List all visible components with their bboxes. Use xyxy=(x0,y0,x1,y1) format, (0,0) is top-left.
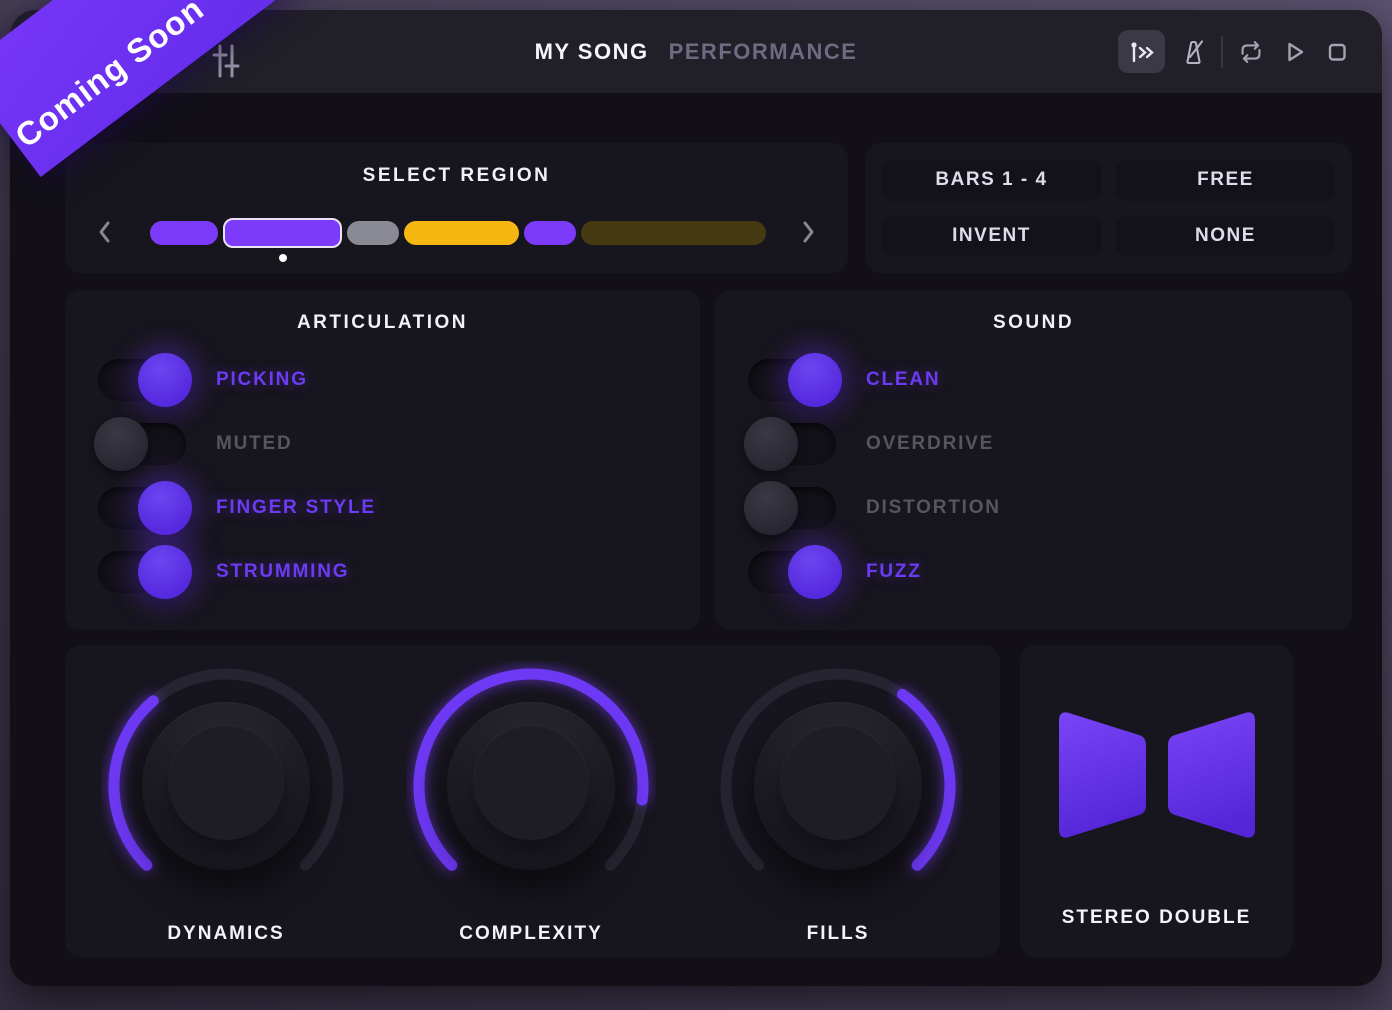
stereo-double-tile[interactable]: STEREO DOUBLE xyxy=(1020,645,1293,957)
metronome-button[interactable] xyxy=(1178,37,1208,67)
play-button[interactable] xyxy=(1279,37,1309,67)
knob-label-fills: FILLS xyxy=(713,923,963,945)
region-1[interactable] xyxy=(150,221,218,245)
macro-knobs-panel: DYNAMICSCOMPLEXITYFILLS xyxy=(65,645,1000,957)
toggle-row-clean: CLEAN xyxy=(748,348,1001,412)
view-title: PERFORMANCE xyxy=(669,39,858,65)
free-button[interactable]: FREE xyxy=(1116,160,1335,201)
toggle-label-fuzz: FUZZ xyxy=(866,561,922,583)
play-icon xyxy=(1279,37,1309,67)
articulation-toggles: PICKING MUTED FINGER STYLE STRUMMING xyxy=(98,348,376,604)
follow-playhead-button[interactable] xyxy=(1118,30,1165,73)
region-prev-button[interactable] xyxy=(95,219,113,245)
toggle-picking[interactable] xyxy=(98,359,186,401)
region-options-panel: BARS 1 - 4 FREE INVENT NONE xyxy=(865,143,1352,273)
toggle-fuzz[interactable] xyxy=(748,551,836,593)
toggle-muted[interactable] xyxy=(98,423,186,465)
toggle-label-strumming: STRUMMING xyxy=(216,561,349,583)
region-3[interactable] xyxy=(347,221,399,245)
invent-button[interactable]: INVENT xyxy=(882,216,1101,257)
stop-icon xyxy=(1322,37,1352,67)
song-title: MY SONG xyxy=(535,39,649,65)
toggle-knob-muted[interactable] xyxy=(94,417,148,471)
sound-title: SOUND xyxy=(715,312,1352,334)
loop-icon xyxy=(1236,37,1266,67)
toggle-label-clean: CLEAN xyxy=(866,369,940,391)
region-options-grid: BARS 1 - 4 FREE INVENT NONE xyxy=(882,160,1335,256)
loop-button[interactable] xyxy=(1236,37,1266,67)
toggle-knob-overdrive[interactable] xyxy=(744,417,798,471)
sound-panel: SOUND CLEAN OVERDRIVE DISTORTION FUZZ xyxy=(715,290,1352,630)
toggle-knob-strumming[interactable] xyxy=(138,545,192,599)
knob-face-fills[interactable] xyxy=(754,702,922,870)
knob-face-dynamics[interactable] xyxy=(142,702,310,870)
knob-fills[interactable]: FILLS xyxy=(713,661,963,911)
stereo-double-label: STEREO DOUBLE xyxy=(1020,907,1293,929)
articulation-panel: ARTICULATION PICKING MUTED FINGER STYLE STR… xyxy=(65,290,700,630)
toggle-distortion[interactable] xyxy=(748,487,836,529)
toggle-finger-style[interactable] xyxy=(98,487,186,529)
bars-1-4-button[interactable]: BARS 1 - 4 xyxy=(882,160,1101,201)
region-next-button[interactable] xyxy=(800,219,818,245)
toggle-label-finger-style: FINGER STYLE xyxy=(216,497,376,519)
plugin-screenshot: MY SONG PERFORMANCE xyxy=(0,0,1392,1010)
transport-divider xyxy=(1221,36,1223,68)
toggle-label-picking: PICKING xyxy=(216,369,308,391)
follow-playhead-icon xyxy=(1127,39,1157,65)
toggle-row-distortion: DISTORTION xyxy=(748,476,1001,540)
toggle-knob-finger-style[interactable] xyxy=(138,481,192,535)
metronome-icon xyxy=(1178,37,1208,67)
none-button[interactable]: NONE xyxy=(1116,216,1335,257)
knob-complexity[interactable]: COMPLEXITY xyxy=(406,661,656,911)
region-6[interactable] xyxy=(581,221,766,245)
stereo-double-icon xyxy=(1053,709,1261,845)
sound-toggles: CLEAN OVERDRIVE DISTORTION FUZZ xyxy=(748,348,1001,604)
toggle-row-strumming: STRUMMING xyxy=(98,540,376,604)
toggle-knob-picking[interactable] xyxy=(138,353,192,407)
select-region-panel: SELECT REGION xyxy=(65,143,848,273)
toggle-label-muted: MUTED xyxy=(216,433,293,455)
knob-label-complexity: COMPLEXITY xyxy=(406,923,656,945)
toggle-row-finger-style: FINGER STYLE xyxy=(98,476,376,540)
toggle-label-distortion: DISTORTION xyxy=(866,497,1001,519)
plugin-window: MY SONG PERFORMANCE xyxy=(10,10,1382,986)
toggle-label-overdrive: OVERDRIVE xyxy=(866,433,994,455)
region-5[interactable] xyxy=(524,221,576,245)
knob-label-dynamics: DYNAMICS xyxy=(101,923,351,945)
stop-button[interactable] xyxy=(1322,37,1352,67)
toggle-row-muted: MUTED xyxy=(98,412,376,476)
knob-dynamics[interactable]: DYNAMICS xyxy=(101,661,351,911)
toggle-overdrive[interactable] xyxy=(748,423,836,465)
toggle-clean[interactable] xyxy=(748,359,836,401)
region-strip xyxy=(150,209,766,257)
articulation-title: ARTICULATION xyxy=(65,312,700,334)
selected-region-dot xyxy=(279,254,287,262)
region-2-selected[interactable] xyxy=(223,218,342,248)
transport-controls xyxy=(1118,10,1352,93)
toggle-knob-fuzz[interactable] xyxy=(788,545,842,599)
toggle-knob-distortion[interactable] xyxy=(744,481,798,535)
toggle-row-fuzz: FUZZ xyxy=(748,540,1001,604)
toggle-strumming[interactable] xyxy=(98,551,186,593)
region-4[interactable] xyxy=(404,221,519,245)
select-region-title: SELECT REGION xyxy=(65,165,848,187)
toggle-knob-clean[interactable] xyxy=(788,353,842,407)
toggle-row-picking: PICKING xyxy=(98,348,376,412)
toggle-row-overdrive: OVERDRIVE xyxy=(748,412,1001,476)
knob-face-complexity[interactable] xyxy=(447,702,615,870)
